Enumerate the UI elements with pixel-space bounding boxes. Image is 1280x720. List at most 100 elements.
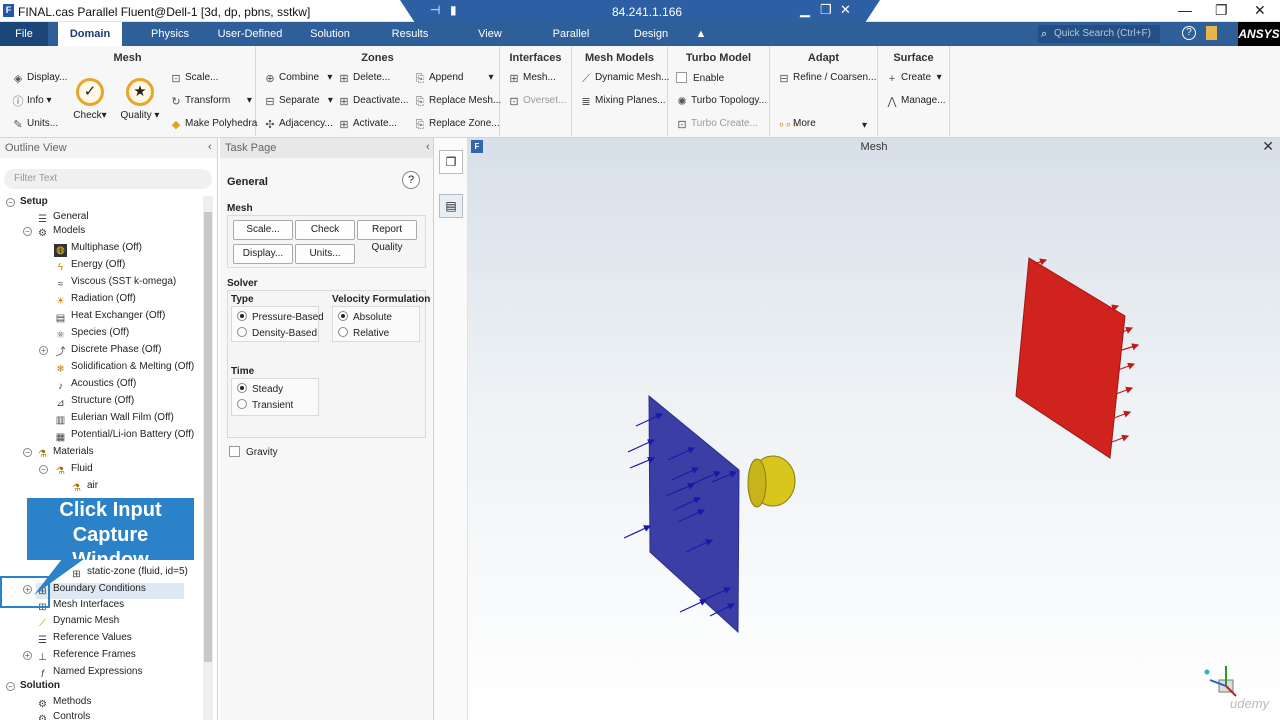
mixing-planes-button[interactable]: ≣ Mixing Planes... (580, 95, 665, 108)
surface-manage-button[interactable]: ⋀ Manage... (886, 95, 945, 108)
tree-multiphase[interactable]: ◍ Multiphase (Off) (54, 240, 142, 257)
task-help-icon[interactable]: ? (402, 171, 420, 189)
pressure-based-radio[interactable]: Pressure-Based (237, 311, 324, 323)
tree-fluid[interactable]: ⚗ Fluid (54, 461, 93, 477)
outline-scrollbar[interactable] (203, 196, 213, 720)
mesh-scale-button[interactable]: ⊡ Scale... (170, 72, 218, 85)
turbo-enable-checkbox[interactable]: Enable (676, 72, 724, 84)
tree-discrete-phase[interactable]: ⤴ Discrete Phase (Off) (54, 342, 162, 358)
tree-materials[interactable]: ⚗ Materials (36, 444, 94, 460)
tree-air[interactable]: ⚗ air (70, 478, 98, 494)
combine-button[interactable]: ⊕ Combine ▾ (264, 72, 332, 85)
delete-button[interactable]: ⊞ Delete... (338, 72, 390, 85)
tree-methods[interactable]: ⚙ Methods (36, 694, 91, 710)
tree-species[interactable]: ⚛ Species (Off) (54, 325, 129, 341)
dynamic-mesh-button[interactable]: ⟋ Dynamic Mesh... (580, 72, 669, 85)
mesh-units-button[interactable]: ✎ Units... (12, 118, 58, 131)
cylinder-body[interactable] (747, 455, 796, 508)
adapt-more-button[interactable]: ∘∘∘More (778, 118, 816, 131)
tree-viscous[interactable]: ≈ Viscous (SST k-omega) (54, 274, 176, 290)
tree-controls[interactable]: ⚙ Controls (36, 709, 90, 720)
collapse-task-icon[interactable]: ‹ (426, 141, 430, 153)
refine-coarsen-button[interactable]: ⊟ Refine / Coarsen... (778, 72, 876, 85)
quick-search-input[interactable]: ⌕ Quick Search (Ctrl+F) (1038, 25, 1160, 43)
layout-icon[interactable]: ▤ (439, 194, 463, 218)
minimize-button[interactable]: — (1178, 2, 1192, 18)
tree-reference-values[interactable]: ☰ Reference Values (36, 630, 132, 646)
transform-button[interactable]: ↻ Transform ▾ (170, 95, 252, 108)
mesh-info-button[interactable]: ⓘ Info ▾ (12, 95, 52, 108)
make-polyhedra-button[interactable]: ◆ Make Polyhedra (170, 118, 258, 131)
density-based-radio[interactable]: Density-Based (237, 327, 317, 339)
turbo-topology-button[interactable]: ✺ Turbo Topology... (676, 95, 767, 108)
outlet-plane[interactable] (1015, 257, 1126, 459)
task-scale-button[interactable]: Scale... (233, 220, 293, 240)
task-report-quality-button[interactable]: Report Quality (357, 220, 417, 253)
append-button[interactable]: ⎘ Append ▾ (414, 72, 494, 85)
tab-file[interactable]: File (0, 22, 48, 46)
copy-page-icon[interactable]: ❐ (439, 150, 463, 174)
remote-minimize-icon[interactable]: ▁ (800, 2, 810, 18)
remote-close-icon[interactable]: ✕ (840, 2, 851, 18)
separate-button[interactable]: ⊟ Separate ▾ (264, 95, 333, 108)
tree-dynamic-mesh[interactable]: ⟋ Dynamic Mesh (36, 613, 119, 629)
interfaces-mesh-button[interactable]: ⊞ Mesh... (508, 72, 555, 85)
tree-energy[interactable]: ϟ Energy (Off) (54, 257, 125, 273)
check-button[interactable]: ✓ Check▾ (72, 78, 108, 121)
expand-toggle-icon[interactable]: + (23, 651, 32, 660)
expand-toggle-icon[interactable]: − (23, 448, 32, 457)
tree-radiation[interactable]: ☀ Radiation (Off) (54, 291, 136, 307)
gravity-checkbox[interactable]: Gravity (229, 446, 278, 458)
collapse-ribbon-icon[interactable]: ▲ (692, 22, 710, 46)
expand-toggle-icon[interactable]: − (6, 682, 15, 691)
pin-icon[interactable]: ⊣ (430, 3, 440, 17)
replace-zone-button[interactable]: ⎘ Replace Zone... (414, 118, 500, 131)
filter-text-input[interactable]: Filter Text (4, 169, 212, 189)
expand-toggle-icon[interactable]: + (39, 346, 48, 355)
adjacency-button[interactable]: ✣ Adjacency... (264, 118, 332, 131)
tree-solution[interactable]: Solution (20, 678, 60, 694)
help-icon[interactable]: ? (1182, 26, 1196, 40)
quality-button[interactable]: ★ Quality ▾ (120, 78, 160, 121)
tree-models[interactable]: ⚙ Models (36, 223, 85, 239)
mesh-display-button[interactable]: ◈ Display... (12, 72, 68, 85)
tree-reference-frames[interactable]: ⊥ Reference Frames (36, 647, 136, 663)
task-display-button[interactable]: Display... (233, 244, 293, 264)
adapt-more-dropdown-icon[interactable]: ▾ (862, 120, 867, 131)
tab-view[interactable]: View (464, 22, 516, 46)
turbo-create-button[interactable]: ⊡ Turbo Create... (676, 118, 758, 131)
expand-toggle-icon[interactable]: − (23, 227, 32, 236)
collapse-panel-icon[interactable]: ‹ (208, 141, 212, 153)
replace-mesh-button[interactable]: ⎘ Replace Mesh... (414, 95, 502, 108)
tab-results[interactable]: Results (380, 22, 440, 46)
expand-toggle-icon[interactable]: − (6, 198, 15, 207)
tab-domain[interactable]: Domain (58, 22, 122, 46)
tree-structure[interactable]: ⊿ Structure (Off) (54, 393, 134, 409)
relative-radio[interactable]: Relative (338, 327, 389, 339)
tree-solidification-melting[interactable]: ❄ Solidification & Melting (Off) (54, 359, 194, 375)
close-button[interactable]: ✕ (1254, 2, 1266, 19)
overset-button[interactable]: ⊡ Overset... (508, 95, 566, 108)
tree-heat-exchanger[interactable]: ▤ Heat Exchanger (Off) (54, 308, 166, 324)
tab-physics[interactable]: Physics (140, 22, 200, 46)
remote-restore-icon[interactable]: ❐ (820, 2, 832, 18)
graphics-viewport[interactable]: Mesh F ✕ udemy (468, 138, 1280, 720)
maximize-button[interactable]: ❐ (1215, 2, 1228, 19)
tab-solution[interactable]: Solution (300, 22, 360, 46)
tree-setup[interactable]: Setup (20, 194, 48, 210)
activate-button[interactable]: ⊞ Activate... (338, 118, 397, 131)
tree-eulerian-wall-film[interactable]: ▥ Eulerian Wall Film (Off) (54, 410, 174, 426)
tree-acoustics[interactable]: ♪ Acoustics (Off) (54, 376, 136, 392)
tab-parallel[interactable]: Parallel (542, 22, 600, 46)
scrollbar-thumb[interactable] (204, 212, 212, 662)
steady-radio[interactable]: Steady (237, 383, 283, 395)
surface-create-button[interactable]: + Create ▾ (886, 72, 942, 85)
expand-toggle-icon[interactable]: − (39, 465, 48, 474)
task-check-button[interactable]: Check (295, 220, 355, 240)
tree-battery[interactable]: ▦ Potential/Li-ion Battery (Off) (54, 427, 194, 443)
absolute-radio[interactable]: Absolute (338, 311, 392, 323)
transient-radio[interactable]: Transient (237, 399, 293, 411)
tab-user-defined[interactable]: User-Defined (212, 22, 288, 46)
deactivate-button[interactable]: ⊞ Deactivate... (338, 95, 408, 108)
task-units-button[interactable]: Units... (295, 244, 355, 264)
